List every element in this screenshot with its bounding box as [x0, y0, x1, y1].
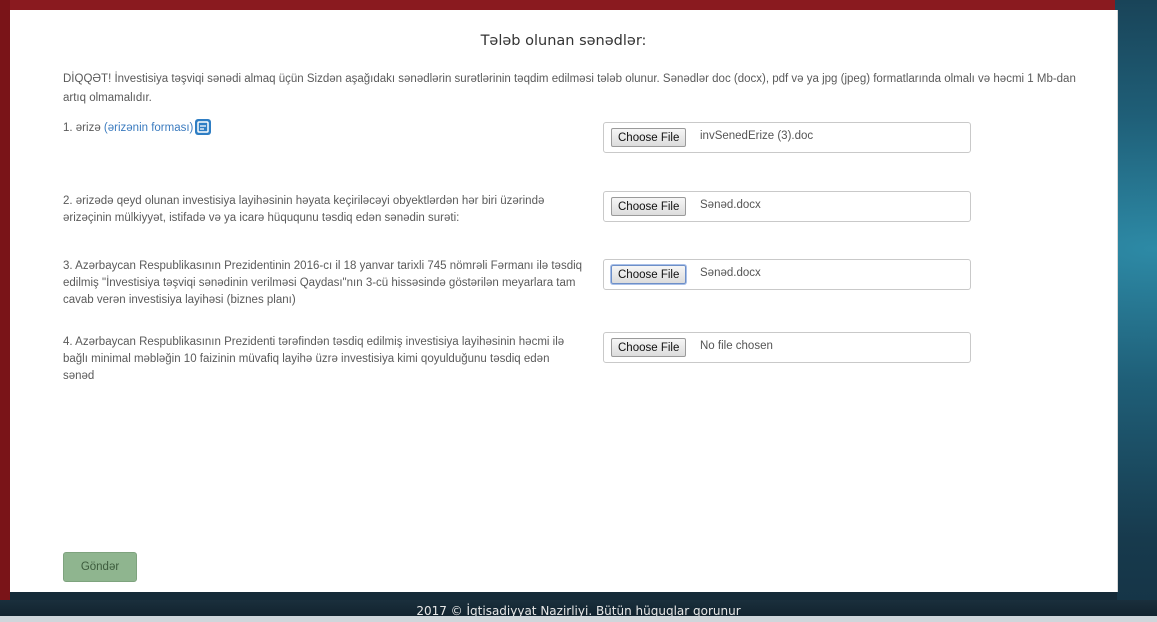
file-input-2[interactable]: Choose File Sənəd.docx: [603, 191, 971, 222]
file-input-4[interactable]: Choose File No file chosen: [603, 332, 971, 363]
file-name-4: No file chosen: [700, 340, 773, 352]
document-row-2: 2. ərizədə qeyd olunan investisiya layih…: [63, 193, 583, 227]
left-frame-bar: [0, 0, 10, 600]
document-row-3: 3. Azərbaycan Respublikasının Prezidenti…: [63, 258, 583, 309]
top-frame-bar: [10, 0, 1115, 10]
document-row-4: 4. Azərbaycan Respublikasının Prezidenti…: [63, 334, 583, 385]
notice-text: DİQQƏT! İnvestisiya təşviqi sənədi almaq…: [63, 73, 1076, 104]
choose-file-button-1[interactable]: Choose File: [611, 128, 687, 147]
document-row-1: 1. ərizə (ərizənin forması): [63, 119, 583, 137]
submit-button[interactable]: Göndər: [63, 552, 137, 582]
file-name-3: Sənəd.docx: [700, 267, 761, 279]
documents-panel: Tələb olunan sənədlər: DİQQƏT! İnvestisi…: [10, 10, 1118, 592]
application-form-link[interactable]: (ərizənin forması): [104, 122, 193, 134]
document-label-4: 4. Azərbaycan Respublikasının Prezidenti…: [63, 336, 565, 382]
file-input-1[interactable]: Choose File invSenedErize (3).doc: [603, 122, 971, 153]
document-icon[interactable]: [195, 119, 212, 135]
choose-file-button-2[interactable]: Choose File: [611, 197, 687, 216]
choose-file-button-3[interactable]: Choose File: [611, 265, 687, 284]
file-name-2: Sənəd.docx: [700, 199, 761, 211]
page-title: Tələb olunan sənədlər:: [480, 33, 647, 49]
document-label-1: 1. ərizə: [63, 122, 101, 135]
document-label-3: 3. Azərbaycan Respublikasının Prezidenti…: [63, 260, 583, 306]
footer-strip: [0, 616, 1157, 622]
file-name-1: invSenedErize (3).doc: [700, 130, 814, 142]
choose-file-button-4[interactable]: Choose File: [611, 338, 687, 357]
document-label-2: 2. ərizədə qeyd olunan investisiya layih…: [63, 195, 545, 224]
file-input-3[interactable]: Choose File Sənəd.docx: [603, 259, 971, 290]
